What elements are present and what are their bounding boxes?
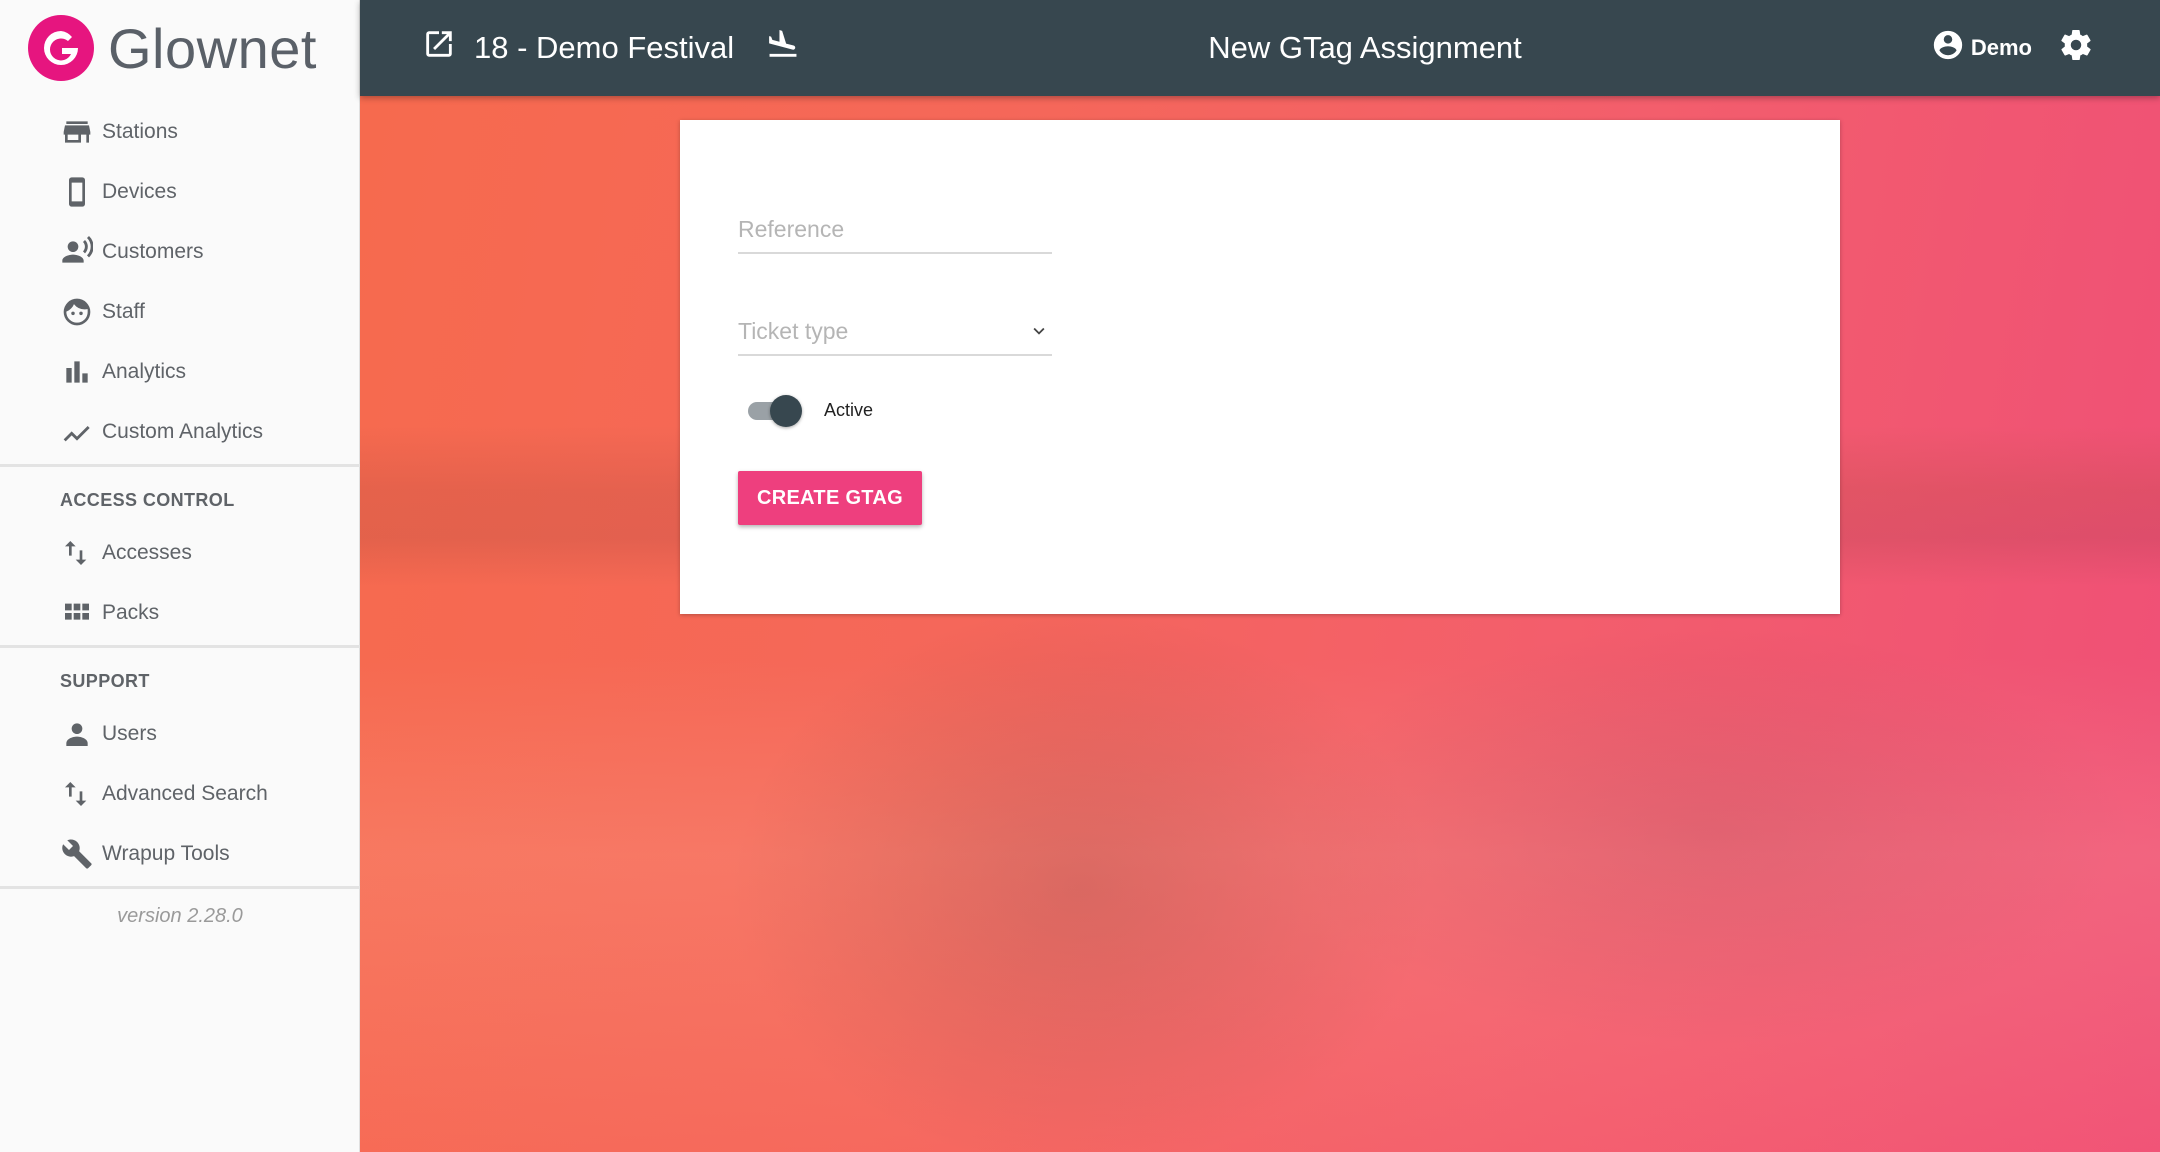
sidebar-item-wrapup-tools[interactable]: Wrapup Tools <box>0 824 360 884</box>
page-title: New GTag Assignment <box>1208 30 1522 65</box>
sidebar-item-label: Accesses <box>102 541 192 564</box>
sidebar-item-label: Users <box>102 722 157 745</box>
sidebar-item-label: Advanced Search <box>102 782 268 805</box>
swap-vertical-icon <box>60 536 94 570</box>
sidebar-item-customers[interactable]: Customers <box>0 222 360 282</box>
sidebar-item-label: Wrapup Tools <box>102 842 230 865</box>
section-access-control: ACCESS CONTROL <box>60 490 235 510</box>
divider <box>0 464 360 467</box>
active-label: Active <box>824 399 874 420</box>
sidebar-item-label: Packs <box>102 601 160 624</box>
customer-voice-icon <box>60 235 94 269</box>
chevron-down-icon[interactable] <box>1028 320 1050 347</box>
sidebar-item-label: Stations <box>102 120 178 143</box>
ticket-type-select[interactable]: Ticket type <box>738 308 1052 356</box>
swap-vertical-icon <box>60 777 94 811</box>
sidebar-item-analytics[interactable]: Analytics <box>0 342 360 402</box>
brand-logo[interactable]: Glownet <box>28 14 317 82</box>
active-toggle[interactable] <box>738 394 802 427</box>
gear-icon[interactable] <box>2058 27 2094 69</box>
divider <box>0 886 360 889</box>
sidebar-item-packs[interactable]: Packs <box>0 583 360 643</box>
face-icon <box>60 295 94 329</box>
background-photo-ground <box>360 656 2160 1152</box>
person-icon <box>60 717 94 751</box>
user-name[interactable]: Demo <box>1971 35 2032 61</box>
sidebar-item-custom-analytics[interactable]: Custom Analytics <box>0 402 360 462</box>
sidebar-item-users[interactable]: Users <box>0 704 360 764</box>
gtag-form-card: Ticket type Active CREATE GTAG <box>680 120 1840 614</box>
sidebar-item-accesses[interactable]: Accesses <box>0 523 360 583</box>
account-circle-icon <box>1931 28 1965 68</box>
toggle-knob[interactable] <box>770 395 802 427</box>
sidebar-item-devices[interactable]: Devices <box>0 162 360 222</box>
top-app-bar: 18 - Demo Festival New GTag Assignment D… <box>360 0 2160 96</box>
sidebar-item-advanced-search[interactable]: Advanced Search <box>0 764 360 824</box>
section-support: SUPPORT <box>60 671 150 691</box>
ticket-type-placeholder: Ticket type <box>738 318 849 344</box>
sidebar-item-staff[interactable]: Staff <box>0 282 360 342</box>
active-toggle-row: Active <box>738 394 874 427</box>
wrench-icon <box>60 837 94 871</box>
sidebar-item-label: Staff <box>102 300 145 323</box>
sidebar: Glownet Stations Devices Customers Staff <box>0 0 360 1152</box>
line-chart-icon <box>60 415 94 449</box>
reference-field[interactable] <box>738 206 1052 254</box>
main-content: Ticket type Active CREATE GTAG <box>360 96 2160 1152</box>
glownet-logo-icon <box>28 15 94 81</box>
sidebar-item-label: Analytics <box>102 360 187 383</box>
sidebar-item-label: Customers <box>102 240 204 263</box>
divider <box>0 645 360 648</box>
version-label: version 2.28.0 <box>117 905 243 927</box>
sidebar-item-label: Devices <box>102 180 177 203</box>
sidebar-menu: Stations Devices Customers Staff Analyti… <box>0 102 360 928</box>
bar-chart-icon <box>60 355 94 389</box>
create-gtag-button[interactable]: CREATE GTAG <box>738 471 922 525</box>
sidebar-item-label: Custom Analytics <box>102 420 264 443</box>
phone-icon <box>60 175 94 209</box>
grid-icon <box>60 596 94 630</box>
user-menu[interactable]: Demo <box>1931 0 2094 96</box>
store-icon <box>60 115 94 149</box>
sidebar-item-stations[interactable]: Stations <box>0 102 360 162</box>
brand-name: Glownet <box>108 16 317 80</box>
reference-input[interactable] <box>738 206 1052 252</box>
